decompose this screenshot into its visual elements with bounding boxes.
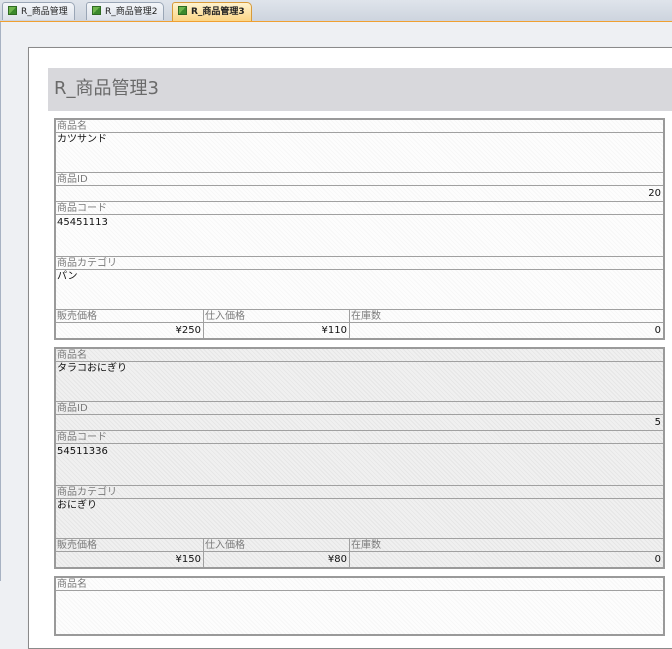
report-page: R_商品管理3 商品名 カツサンド 商品ID 20 商品コード 45451113…	[28, 47, 672, 649]
label-sale-price: 販売価格	[56, 539, 203, 552]
report-icon	[8, 6, 17, 15]
value-product-category: おにぎり	[57, 500, 97, 511]
label-stock: 在庫数	[349, 310, 663, 323]
label-stock: 在庫数	[349, 539, 663, 552]
value-sale-price: ¥150	[175, 554, 201, 565]
label-sale-price: 販売価格	[56, 310, 203, 323]
value-product-name: タラコおにぎり	[57, 363, 127, 374]
report-header: R_商品管理3	[48, 68, 672, 111]
report-icon	[92, 6, 101, 15]
label-product-id: 商品ID	[56, 173, 663, 186]
record: 商品名 カツサンド 商品ID 20 商品コード 45451113 商品カテゴリ …	[54, 118, 665, 340]
record: 商品名	[54, 576, 665, 636]
label-product-category: 商品カテゴリ	[56, 257, 663, 270]
value-product-id: 5	[654, 417, 661, 428]
label-product-code: 商品コード	[56, 202, 663, 215]
label-product-name: 商品名	[56, 349, 663, 362]
value-product-name: カツサンド	[57, 134, 107, 145]
document-tab-bar: R_商品管理 R_商品管理2 R_商品管理3	[0, 0, 672, 22]
record: 商品名 タラコおにぎり 商品ID 5 商品コード 54511336 商品カテゴリ…	[54, 347, 665, 569]
report-title: R_商品管理3	[54, 78, 159, 99]
value-stock: 0	[654, 325, 661, 336]
label-product-name: 商品名	[56, 120, 663, 133]
value-sale-price: ¥250	[175, 325, 201, 336]
value-product-code: 45451113	[57, 217, 108, 228]
tab-r-shohin-kanri[interactable]: R_商品管理	[2, 2, 75, 20]
tab-r-shohin-kanri2[interactable]: R_商品管理2	[86, 2, 165, 20]
label-product-code: 商品コード	[56, 431, 663, 444]
value-product-category: パン	[57, 271, 78, 282]
tab-r-shohin-kanri3[interactable]: R_商品管理3	[172, 2, 252, 21]
label-purchase-price: 仕入価格	[203, 539, 349, 552]
label-purchase-price: 仕入価格	[203, 310, 349, 323]
report-view[interactable]: R_商品管理3 商品名 カツサンド 商品ID 20 商品コード 45451113…	[0, 22, 672, 649]
report-icon	[178, 6, 187, 15]
label-product-category: 商品カテゴリ	[56, 486, 663, 499]
label-product-name: 商品名	[56, 578, 663, 591]
value-stock: 0	[654, 554, 661, 565]
value-product-id: 20	[648, 188, 661, 199]
label-product-id: 商品ID	[56, 402, 663, 415]
value-purchase-price: ¥110	[321, 325, 347, 336]
value-purchase-price: ¥80	[327, 554, 347, 565]
value-product-code: 54511336	[57, 446, 108, 457]
